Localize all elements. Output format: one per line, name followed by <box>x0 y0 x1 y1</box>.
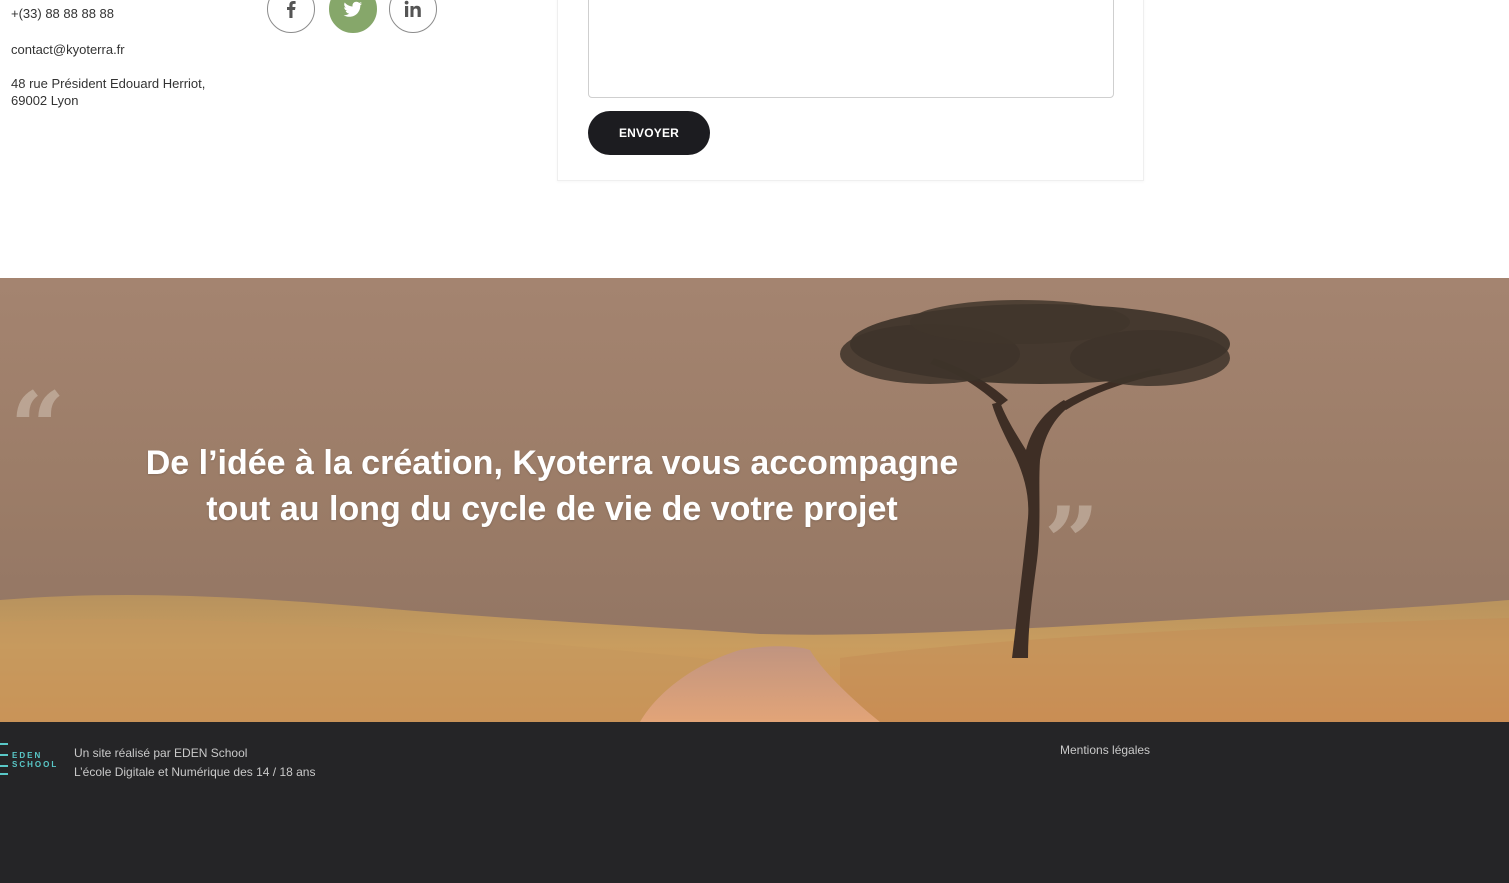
message-textarea[interactable] <box>588 0 1114 98</box>
logo-word-eden: EDEN <box>12 751 43 760</box>
credit-line-2: L’école Digitale et Numérique des 14 / 1… <box>74 765 316 779</box>
contact-address: 48 rue Président Edouard Herriot, 69002 … <box>11 75 241 109</box>
address-line-city: 69002 Lyon <box>11 93 79 108</box>
twitter-bird-icon <box>343 1 362 17</box>
hero-quote-line-2: tout au long du cycle de vie de votre pr… <box>206 490 898 528</box>
linkedin-icon <box>404 0 421 17</box>
contact-email[interactable]: contact@kyoterra.fr <box>11 42 125 57</box>
linkedin-button[interactable] <box>389 0 437 33</box>
address-line-street: 48 rue Président Edouard Herriot, <box>11 76 206 91</box>
contact-phone: +(33) 88 88 88 88 <box>11 6 114 21</box>
contact-form-card: ENVOYER <box>557 0 1144 181</box>
site-footer: EDEN SCHOOL Un site réalisé par EDEN Sch… <box>0 722 1509 883</box>
legal-notice-link[interactable]: Mentions légales <box>1060 743 1150 757</box>
quote-close-mark: ” <box>1044 486 1100 599</box>
credit-line-1: Un site réalisé par EDEN School <box>74 746 248 760</box>
hero-quote: De l’idée à la création, Kyoterra vous a… <box>100 440 1004 532</box>
facebook-button[interactable] <box>267 0 315 33</box>
send-button[interactable]: ENVOYER <box>588 111 710 155</box>
footer-credit: Un site réalisé par EDEN School L’école … <box>74 744 315 782</box>
hero-quote-line-1: De l’idée à la création, Kyoterra vous a… <box>145 444 959 482</box>
twitter-button[interactable] <box>329 0 377 33</box>
facebook-icon <box>287 1 296 18</box>
quote-open-mark: “ <box>10 371 66 484</box>
eden-school-logo[interactable]: EDEN SCHOOL <box>0 742 62 778</box>
logo-word-school: SCHOOL <box>12 760 59 769</box>
